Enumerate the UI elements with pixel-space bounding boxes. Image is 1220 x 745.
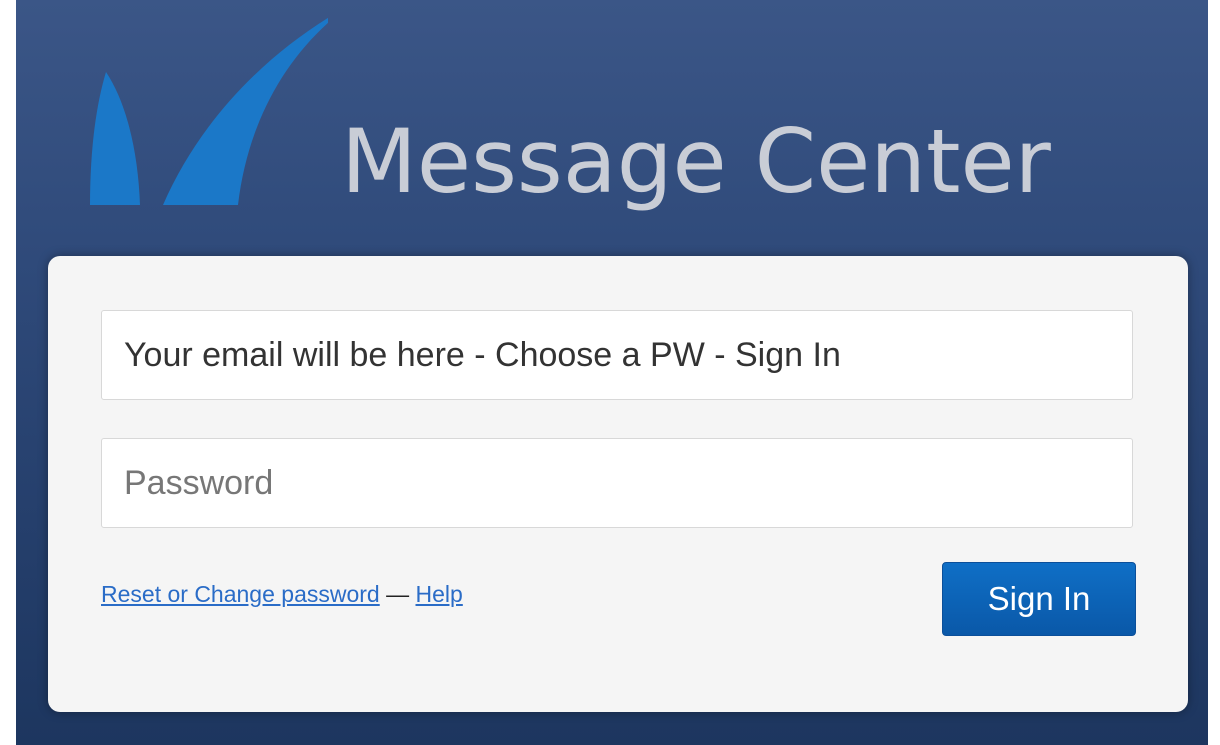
account-links: Reset or Change password — Help <box>101 581 463 608</box>
sign-in-button[interactable]: Sign In <box>942 562 1136 636</box>
page: Message Center Reset or Change password … <box>0 0 1220 745</box>
help-link[interactable]: Help <box>416 581 463 607</box>
login-card: Reset or Change password — Help Sign In <box>48 256 1188 712</box>
login-background: Message Center Reset or Change password … <box>16 0 1208 745</box>
shark-fin-logo-icon <box>90 17 328 205</box>
email-field[interactable] <box>101 310 1133 400</box>
password-field[interactable] <box>101 438 1133 528</box>
app-title: Message Center <box>341 110 1051 213</box>
link-separator: — <box>379 581 416 607</box>
reset-password-link[interactable]: Reset or Change password <box>101 581 380 607</box>
